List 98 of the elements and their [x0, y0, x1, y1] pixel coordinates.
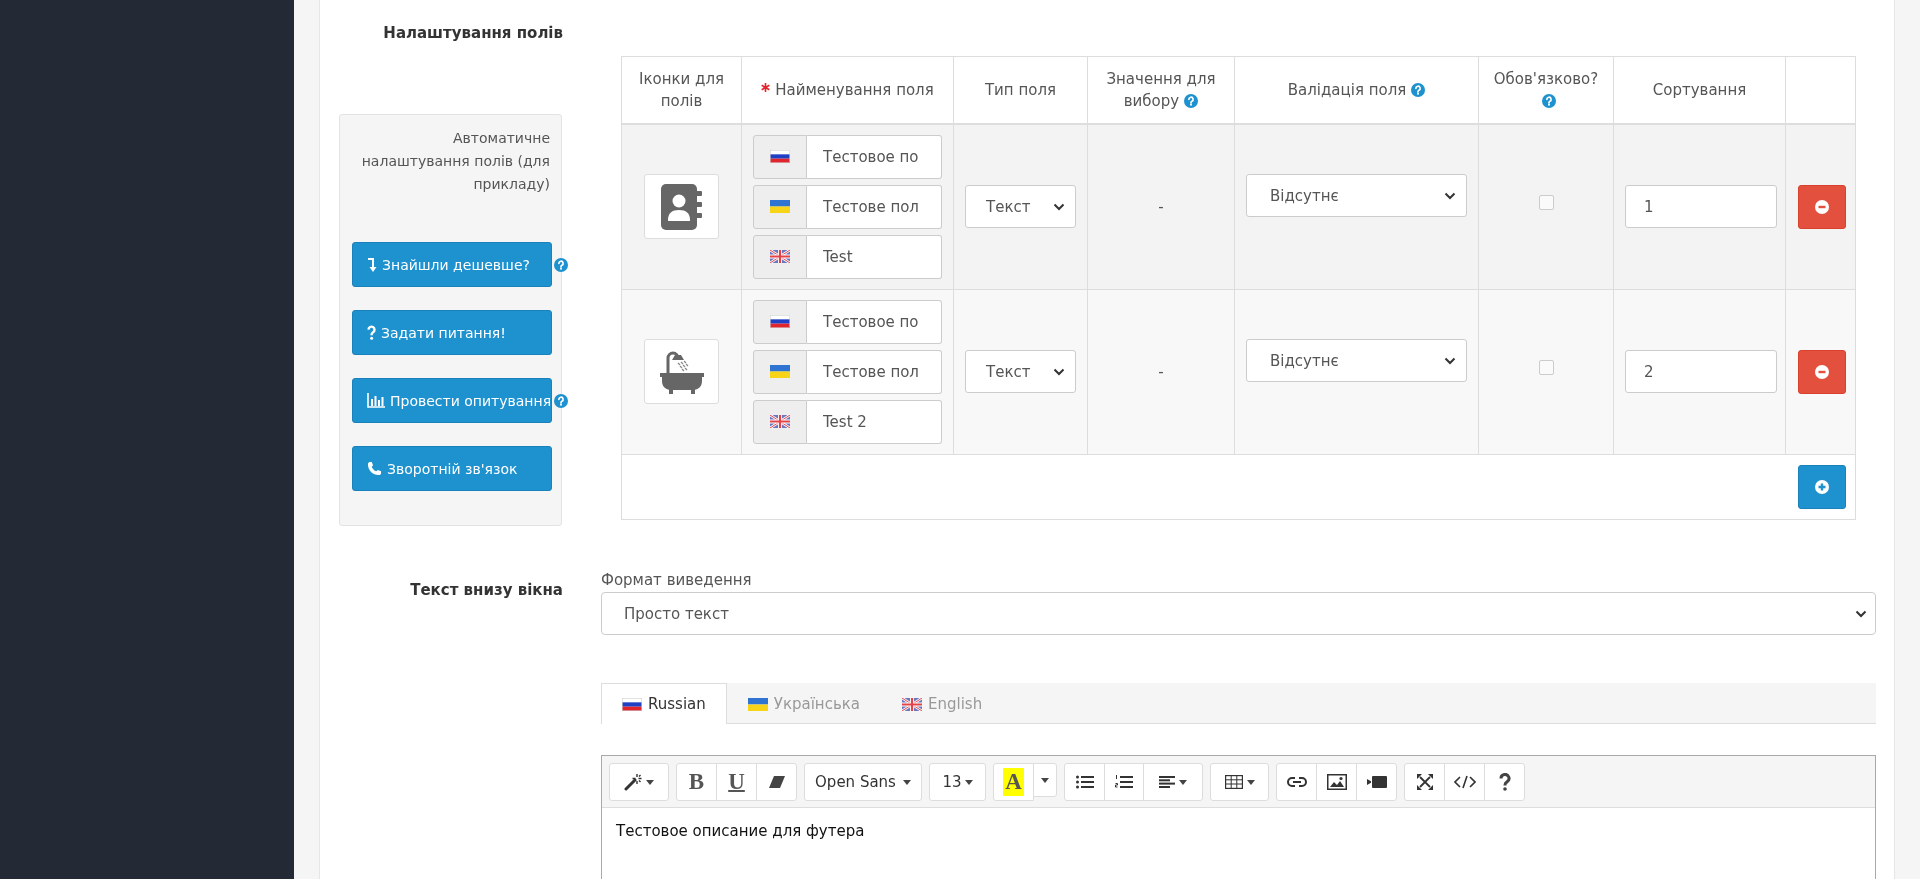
highlight-color-button[interactable]: A — [993, 763, 1034, 801]
flag-icon — [902, 697, 922, 711]
font-size-dropdown[interactable]: 13 — [929, 763, 986, 801]
column-header: Значення для вибору — [1106, 69, 1216, 110]
field-label: Формат виведення — [601, 570, 753, 591]
chevron-down-icon — [1053, 202, 1065, 211]
section-label: Налаштування полів — [382, 23, 563, 44]
field-name-input[interactable]: Test — [807, 234, 942, 279]
preset-button[interactable]: Зворотній зв'язок — [352, 446, 552, 491]
field-name-input[interactable]: Тестове пол — [807, 184, 942, 229]
underline-button[interactable]: U — [716, 763, 757, 801]
flag-icon — [770, 415, 790, 428]
font-family-dropdown[interactable]: Open Sans — [804, 763, 922, 801]
code-view-button[interactable] — [1444, 763, 1485, 801]
video-camera-icon — [1366, 776, 1387, 788]
minus-circle-icon — [1815, 364, 1829, 379]
magic-wand-icon — [624, 773, 642, 791]
field-name-input[interactable]: Тестовое по — [807, 299, 942, 344]
preset-button[interactable]: Провести опитування — [352, 378, 552, 423]
numbered-list-button[interactable] — [1104, 763, 1144, 801]
bold-button[interactable]: B — [676, 763, 717, 801]
fullscreen-icon — [1416, 774, 1433, 790]
column-header: Обов'язково? — [1493, 69, 1599, 88]
bathtub-icon — [659, 349, 704, 394]
question-mark-icon — [367, 325, 376, 340]
minus-circle-icon — [1815, 199, 1829, 214]
flag-icon — [770, 200, 790, 213]
required-checkbox[interactable] — [1538, 195, 1554, 210]
bar-chart-icon — [367, 393, 385, 408]
caret-down-icon — [964, 779, 973, 785]
eraser-button[interactable] — [756, 763, 797, 801]
contact-book-icon — [661, 183, 702, 230]
insert-picture-button[interactable] — [1316, 763, 1357, 801]
caret-down-icon — [1246, 779, 1255, 785]
plus-circle-icon — [1815, 479, 1829, 494]
language-tab[interactable]: Russian — [601, 683, 727, 724]
magic-wand-button[interactable] — [609, 763, 669, 801]
flag-icon — [622, 697, 642, 711]
remove-row-button[interactable] — [1798, 184, 1846, 229]
field-name-input[interactable]: Тестовое по — [807, 134, 942, 179]
validation-select[interactable]: Відсутнє — [1246, 174, 1467, 217]
choices-value: - — [1158, 197, 1164, 216]
flag-icon — [770, 365, 790, 378]
flag-icon — [770, 150, 790, 163]
align-left-icon — [1159, 776, 1175, 788]
section-label: Текст внизу вікна — [409, 580, 563, 601]
chevron-down-icon — [1855, 609, 1867, 618]
bulleted-list-icon — [1075, 775, 1094, 789]
insert-table-dropdown[interactable] — [1210, 763, 1269, 801]
preset-button[interactable]: Знайшли дешевше? — [352, 242, 552, 287]
output-format-select[interactable]: Просто текст — [601, 592, 1876, 635]
flag-icon — [770, 250, 790, 263]
column-header: Валідація поля — [1287, 80, 1407, 99]
panel-caption: Автоматичне налаштування полів (для прикладу) — [360, 129, 550, 194]
chevron-down-icon — [1444, 191, 1456, 200]
eraser-icon — [767, 775, 786, 789]
caret-down-icon — [1179, 779, 1187, 785]
code-icon — [1453, 775, 1476, 789]
caret-down-icon — [1041, 777, 1049, 783]
fullscreen-button[interactable] — [1404, 763, 1445, 801]
help-button[interactable] — [1484, 763, 1525, 801]
flag-icon — [770, 315, 790, 328]
turn-down-arrow-icon — [367, 256, 377, 273]
bulleted-list-button[interactable] — [1064, 763, 1105, 801]
phone-icon — [367, 461, 382, 476]
help-icon — [1498, 773, 1511, 791]
field-type-select[interactable]: Текст — [965, 185, 1076, 228]
column-header: Найменування поля — [775, 80, 934, 99]
color-dropdown-button[interactable] — [1033, 763, 1057, 797]
column-header: Сортування — [1652, 80, 1747, 99]
chevron-down-icon — [1444, 356, 1456, 365]
field-name-input[interactable]: Тестове пол — [807, 349, 942, 394]
caret-down-icon — [646, 779, 654, 785]
required-checkbox[interactable] — [1538, 360, 1554, 375]
picture-icon — [1326, 774, 1347, 790]
insert-link-button[interactable] — [1276, 763, 1317, 801]
field-type-select[interactable]: Текст — [965, 350, 1076, 393]
column-header: Іконки для полів — [639, 69, 724, 110]
field-name-input[interactable]: Test 2 — [807, 399, 942, 444]
add-row-button[interactable] — [1798, 464, 1846, 509]
insert-video-button[interactable] — [1356, 763, 1397, 801]
preset-button[interactable]: Задати питання! — [352, 310, 552, 355]
flag-icon — [747, 697, 768, 711]
column-header: Тип поля — [984, 80, 1057, 99]
icon-picker-button[interactable] — [644, 339, 719, 404]
validation-select[interactable]: Відсутнє — [1246, 339, 1467, 382]
numbered-list-icon — [1115, 775, 1133, 789]
table-icon — [1224, 775, 1243, 789]
choices-value: - — [1158, 362, 1164, 381]
editor-field[interactable]: Тестовое описание для футера — [602, 808, 1875, 879]
sort-order-input[interactable]: 1 — [1625, 185, 1777, 228]
caret-down-icon — [902, 779, 911, 785]
chevron-down-icon — [1053, 367, 1065, 376]
remove-row-button[interactable] — [1798, 349, 1846, 394]
sort-order-input[interactable]: 2 — [1625, 350, 1777, 393]
icon-picker-button[interactable] — [644, 174, 719, 239]
link-icon — [1286, 777, 1307, 787]
paragraph-align-dropdown[interactable] — [1143, 763, 1203, 801]
